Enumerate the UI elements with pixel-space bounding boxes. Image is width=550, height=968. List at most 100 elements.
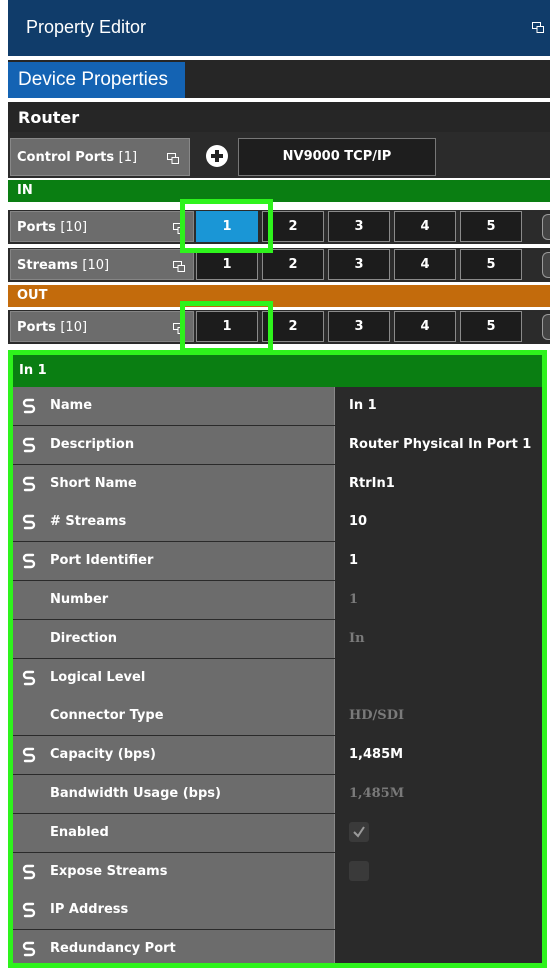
link-icon[interactable] (21, 475, 37, 493)
property-name: Expose Streams (50, 863, 168, 879)
property-row: Bandwidth Usage (bps) 1,485M (13, 775, 542, 813)
out-ports-count: [10] (60, 320, 88, 335)
details-header: In 1 (13, 355, 542, 387)
link-icon[interactable] (21, 513, 37, 531)
property-name: Capacity (bps) (50, 747, 156, 763)
out-ports-row: Ports [10] 1 2 3 4 5 (8, 310, 550, 344)
in-stream-button-5[interactable]: 5 (460, 249, 522, 280)
property-value: HD/SDI (349, 708, 405, 724)
property-value-cell[interactable] (335, 658, 542, 697)
property-name-cell: Short Name (13, 464, 335, 503)
property-value-cell[interactable]: Router Physical In Port 1 (335, 425, 542, 464)
property-name-cell: Connector Type (13, 697, 335, 736)
out-ports-button[interactable]: Ports [10] (10, 311, 194, 342)
property-value-cell[interactable]: RtrIn1 (335, 464, 542, 503)
control-ports-button[interactable]: Control Ports [1] (10, 138, 190, 176)
property-name-cell: Description (13, 425, 335, 464)
property-value-cell[interactable] (335, 930, 542, 963)
property-value-cell: In (335, 619, 542, 658)
property-row: Short Name RtrIn1 (13, 464, 542, 503)
property-name-cell: Name (13, 387, 335, 425)
scroll-right-icon[interactable] (542, 214, 550, 240)
link-icon[interactable] (21, 940, 37, 958)
in-streams-row: Streams [10] 1 2 3 4 5 (8, 248, 550, 282)
title-bar: Property Editor (8, 0, 550, 56)
in-port-button-4[interactable]: 4 (394, 211, 456, 242)
property-value: In 1 (349, 398, 377, 413)
in-port-button-5[interactable]: 5 (460, 211, 522, 242)
property-row: Enabled (13, 813, 542, 852)
property-value: 1 (349, 592, 359, 607)
detach-window-icon[interactable] (532, 22, 544, 33)
link-icon[interactable] (21, 552, 37, 570)
property-value-cell: 1 (335, 581, 542, 619)
highlight-in-port-1 (180, 199, 273, 253)
property-name: Description (50, 436, 135, 452)
page-title: Property Editor (26, 17, 147, 37)
out-ports-label: Ports (17, 320, 56, 335)
property-value: 1 (349, 553, 359, 569)
property-row: IP Address (13, 891, 542, 930)
out-port-button-3[interactable]: 3 (328, 311, 390, 342)
property-value-cell[interactable]: In 1 (335, 387, 542, 425)
detach-icon (167, 153, 179, 164)
property-value: Router Physical In Port 1 (349, 436, 532, 452)
property-name-cell: Logical Level (13, 658, 335, 697)
property-name: Name (50, 398, 93, 413)
property-value-cell[interactable] (335, 852, 542, 891)
property-row: Name In 1 (13, 387, 542, 425)
link-icon[interactable] (21, 901, 37, 919)
property-value: 1,485M (349, 747, 404, 763)
property-value-cell[interactable]: 1,485M (335, 736, 542, 775)
link-icon[interactable] (21, 669, 37, 687)
property-value: RtrIn1 (349, 475, 395, 491)
property-name-cell: IP Address (13, 891, 335, 930)
tab-bar: Device Properties (8, 60, 550, 98)
link-icon[interactable] (21, 397, 37, 415)
in-stream-button-2[interactable]: 2 (262, 249, 324, 280)
in-ports-label: Ports (17, 220, 56, 235)
link-icon[interactable] (21, 436, 37, 454)
property-name-cell: # Streams (13, 503, 335, 542)
add-control-port-icon[interactable] (206, 145, 228, 167)
property-value: 1,485M (349, 786, 405, 801)
out-section-header: OUT (8, 285, 550, 307)
scroll-right-icon[interactable] (542, 252, 550, 278)
protocol-button[interactable]: NV9000 TCP/IP (238, 138, 436, 176)
property-name-cell: Expose Streams (13, 852, 335, 891)
property-value-cell[interactable]: 1 (335, 542, 542, 581)
property-row: Expose Streams (13, 852, 542, 891)
out-port-button-4[interactable]: 4 (394, 311, 456, 342)
property-value: In (349, 630, 365, 646)
property-value-cell[interactable] (335, 891, 542, 930)
property-value-cell[interactable]: 10 (335, 503, 542, 542)
out-port-button-5[interactable]: 5 (460, 311, 522, 342)
link-icon[interactable] (21, 863, 37, 881)
property-name-cell: Port Identifier (13, 542, 335, 581)
property-name: Short Name (50, 475, 137, 491)
in-ports-row: Ports [10] 1 2 3 4 5 (8, 210, 550, 244)
in-ports-count: [10] (60, 220, 88, 235)
highlight-out-port-1 (180, 301, 273, 353)
control-ports-label: Control Ports (17, 150, 115, 165)
property-name: Number (50, 592, 109, 607)
checkbox-icon[interactable] (349, 860, 369, 881)
in-port-button-3[interactable]: 3 (328, 211, 390, 242)
link-icon[interactable] (21, 746, 37, 764)
property-row: Number 1 (13, 581, 542, 619)
in-stream-button-4[interactable]: 4 (394, 249, 456, 280)
in-section-header: IN (8, 180, 550, 202)
in-stream-button-1[interactable]: 1 (196, 249, 258, 280)
property-name-cell: Redundancy Port (13, 930, 335, 963)
property-name: Direction (50, 630, 118, 646)
in-stream-button-3[interactable]: 3 (328, 249, 390, 280)
in-ports-button[interactable]: Ports [10] (10, 211, 194, 242)
tab-device-properties[interactable]: Device Properties (8, 62, 185, 98)
property-row: # Streams 10 (13, 503, 542, 542)
property-name: Logical Level (50, 669, 146, 685)
in-streams-button[interactable]: Streams [10] (10, 249, 194, 280)
scroll-right-icon[interactable] (542, 314, 550, 340)
property-name-cell: Capacity (bps) (13, 736, 335, 775)
router-label: Router (18, 108, 80, 127)
port-details-panel: In 1 Name In 1 Description Router Physical … (8, 350, 547, 968)
